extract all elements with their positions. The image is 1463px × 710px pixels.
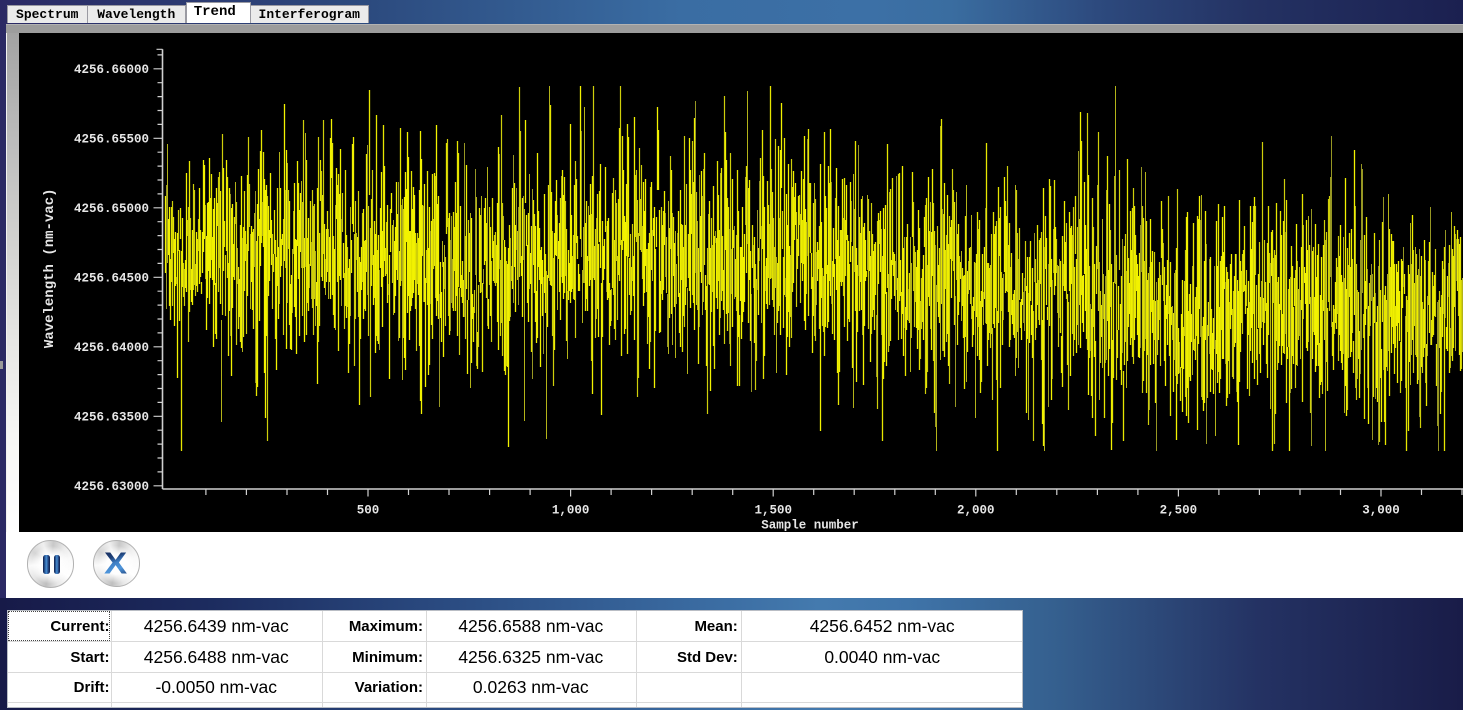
svg-text:4256.64500: 4256.64500	[74, 271, 149, 285]
svg-text:1,000: 1,000	[552, 503, 590, 517]
svg-text:Sample number: Sample number	[761, 518, 859, 532]
svg-text:500: 500	[357, 503, 380, 517]
svg-text:3,000: 3,000	[1362, 503, 1400, 517]
svg-text:2,000: 2,000	[957, 503, 995, 517]
svg-text:Wavelength (nm-vac): Wavelength (nm-vac)	[42, 188, 58, 348]
svg-text:4256.64000: 4256.64000	[74, 341, 149, 355]
svg-text:1,500: 1,500	[754, 503, 792, 517]
svg-text:X: X	[104, 546, 127, 581]
svg-text:4256.66000: 4256.66000	[74, 63, 149, 77]
svg-text:4256.63500: 4256.63500	[74, 410, 149, 424]
svg-text:4256.65000: 4256.65000	[74, 202, 149, 216]
svg-text:2,500: 2,500	[1160, 503, 1198, 517]
svg-text:4256.65500: 4256.65500	[74, 132, 149, 146]
svg-text:4256.63000: 4256.63000	[74, 480, 149, 494]
